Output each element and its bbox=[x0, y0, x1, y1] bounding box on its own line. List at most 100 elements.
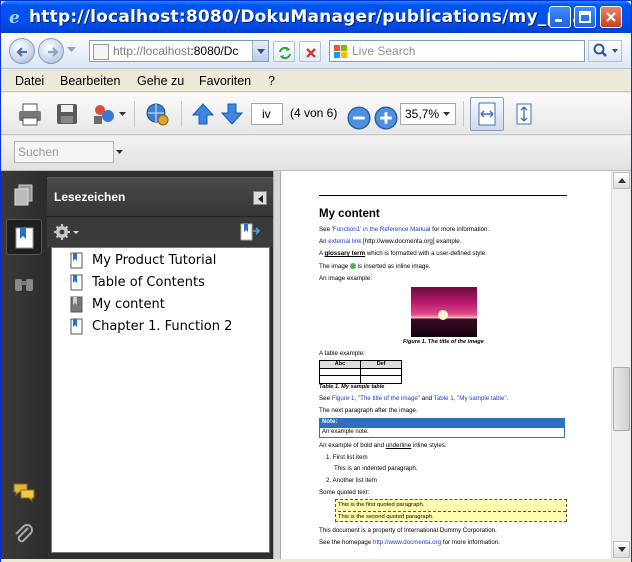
panel-splitter[interactable] bbox=[273, 171, 281, 559]
bookmark-icon bbox=[70, 318, 83, 335]
blockquote: This is the first quoted paragraph. This… bbox=[335, 499, 567, 522]
note-body: An example note. bbox=[322, 429, 369, 435]
attachments-panel-button[interactable] bbox=[6, 517, 42, 553]
back-arrow-icon bbox=[16, 47, 27, 57]
table-header: Def bbox=[360, 360, 402, 369]
document-view[interactable]: My content See 'Function1' in the Refere… bbox=[281, 171, 611, 559]
doc-line: See Figure 1, "The title of the image" a… bbox=[319, 395, 509, 402]
close-button[interactable] bbox=[600, 6, 622, 28]
scroll-up-button[interactable] bbox=[613, 172, 630, 189]
web-settings-icon[interactable] bbox=[144, 101, 170, 127]
save-icon[interactable] bbox=[54, 101, 80, 127]
browser-window: e http://localhost:8080/DokuManager/publ… bbox=[0, 0, 632, 562]
bookmarks-header: Lesezeichen bbox=[47, 177, 273, 217]
doc-line: See 'Function1' in the Reference Manual … bbox=[319, 226, 490, 233]
fit-width-icon bbox=[478, 102, 496, 126]
search-input[interactable]: Live Search bbox=[329, 40, 585, 62]
document-scrollbar[interactable] bbox=[611, 171, 630, 559]
list-item: 2. Another list item bbox=[326, 477, 377, 484]
doc-link[interactable]: Figure 1, "The title of the image" bbox=[332, 395, 420, 402]
find-dropdown-icon[interactable] bbox=[116, 150, 123, 155]
document-heading: My content bbox=[319, 208, 380, 220]
page-number-field[interactable]: iv bbox=[251, 103, 283, 125]
pages-icon bbox=[14, 184, 33, 206]
forward-button[interactable] bbox=[38, 38, 64, 64]
menu-bearbeiten[interactable]: Bearbeiten bbox=[60, 74, 120, 88]
svg-text:e: e bbox=[9, 8, 20, 26]
table-header: Abc bbox=[319, 360, 361, 369]
share-dropdown-icon[interactable] bbox=[119, 112, 126, 117]
windows-flag-icon bbox=[334, 45, 347, 58]
bookmarks-list: My Product Tutorial Table of Contents My… bbox=[51, 247, 270, 553]
find-bar: Suchen bbox=[1, 136, 631, 171]
table-cell bbox=[360, 367, 402, 377]
toolbar-separator bbox=[463, 101, 464, 127]
collapse-panel-button[interactable] bbox=[253, 191, 267, 205]
address-dropdown-button[interactable] bbox=[252, 41, 268, 61]
zoom-out-icon[interactable] bbox=[346, 105, 372, 131]
stop-button[interactable] bbox=[299, 41, 321, 62]
zoom-in-icon[interactable] bbox=[373, 105, 399, 131]
ie-logo-icon: e bbox=[9, 8, 20, 26]
navigation-rail bbox=[1, 171, 47, 559]
minimize-icon bbox=[555, 19, 562, 22]
sample-table: Abc Def bbox=[319, 360, 402, 384]
scroll-up-icon bbox=[618, 178, 626, 183]
doc-link[interactable]: 'Function1' in the Reference Manual bbox=[332, 226, 431, 233]
next-page-icon[interactable] bbox=[219, 101, 245, 127]
maximize-button[interactable] bbox=[574, 6, 596, 28]
table-caption: Table 1. My sample table bbox=[319, 384, 385, 390]
bookmarks-panel-button[interactable] bbox=[6, 219, 42, 255]
scrollbar-thumb[interactable] bbox=[613, 367, 630, 431]
close-icon bbox=[606, 12, 616, 22]
menu-help[interactable]: ? bbox=[268, 74, 275, 88]
doc-line: A glossary term which is formatted with … bbox=[319, 250, 487, 257]
minimize-button[interactable] bbox=[549, 6, 571, 28]
doc-link[interactable]: external link bbox=[328, 238, 361, 245]
new-bookmark-icon[interactable] bbox=[239, 222, 261, 242]
glossary-term[interactable]: glossary term bbox=[325, 250, 366, 257]
bookmarks-toolbar bbox=[47, 217, 273, 247]
search-placeholder: Live Search bbox=[352, 44, 416, 58]
bookmarks-panel: Lesezeichen My Product Tutorial Table of… bbox=[47, 171, 273, 559]
search-button[interactable] bbox=[588, 40, 622, 62]
chevron-down-icon bbox=[257, 49, 265, 54]
address-row: http://localhost:8080/Dc Live Search bbox=[1, 33, 631, 69]
quote-line: This is the first quoted paragraph. bbox=[338, 502, 425, 508]
bookmark-label: Chapter 1. Function 2 bbox=[92, 319, 233, 334]
find-panel-button[interactable] bbox=[6, 265, 42, 301]
gear-icon[interactable] bbox=[53, 222, 81, 242]
menu-gehe-zu[interactable]: Gehe zu bbox=[137, 74, 184, 88]
doc-line: Some quoted text: bbox=[319, 489, 370, 496]
menu-favoriten[interactable]: Favoriten bbox=[199, 74, 251, 88]
find-input[interactable]: Suchen bbox=[14, 141, 114, 163]
title-bar[interactable]: e http://localhost:8080/DokuManager/publ… bbox=[1, 1, 631, 33]
menu-datei[interactable]: Datei bbox=[15, 74, 44, 88]
bookmark-label: My Product Tutorial bbox=[92, 253, 217, 268]
scroll-down-button[interactable] bbox=[613, 541, 630, 558]
back-button[interactable] bbox=[9, 38, 35, 64]
bookmark-icon bbox=[15, 227, 34, 249]
doc-link[interactable]: Table 1, "My sample table" bbox=[434, 395, 507, 402]
bookmark-label: Table of Contents bbox=[92, 275, 205, 290]
pages-panel-button[interactable] bbox=[6, 177, 42, 213]
zoom-dropdown-icon[interactable] bbox=[443, 112, 450, 117]
comments-panel-button[interactable] bbox=[6, 474, 42, 510]
quote-line: This is the second quoted paragraph. bbox=[338, 511, 566, 521]
history-dropdown-icon[interactable] bbox=[67, 47, 76, 53]
maximize-icon bbox=[579, 11, 591, 23]
doc-link[interactable]: http://www.docmenta.org bbox=[373, 539, 441, 546]
fit-width-button[interactable] bbox=[470, 97, 504, 131]
page-favicon-icon bbox=[93, 44, 109, 60]
table-cell bbox=[319, 375, 361, 384]
fit-page-icon[interactable] bbox=[511, 101, 537, 127]
previous-page-icon[interactable] bbox=[190, 101, 216, 127]
print-icon[interactable] bbox=[17, 101, 43, 127]
header-rule bbox=[319, 195, 567, 196]
address-field[interactable]: http://localhost:8080/Dc bbox=[89, 40, 269, 62]
note-box: Note: An example note. bbox=[319, 418, 565, 438]
refresh-button[interactable] bbox=[273, 41, 295, 62]
share-icon[interactable] bbox=[91, 101, 117, 127]
bookmark-icon bbox=[70, 296, 83, 313]
menu-bar: Datei Bearbeiten Gehe zu Favoriten ? bbox=[1, 70, 631, 92]
